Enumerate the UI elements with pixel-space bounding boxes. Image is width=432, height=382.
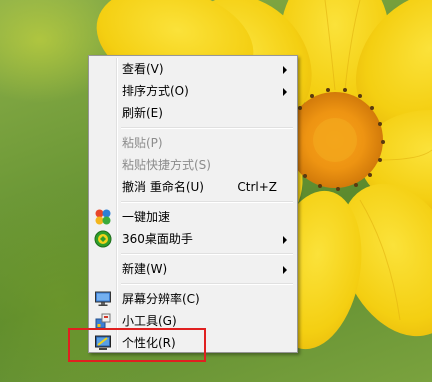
menu-item-label: 撤消 重命名(U)	[122, 180, 204, 194]
menu-item-shortcut: Ctrl+Z	[237, 180, 277, 194]
menu-item-screen-resolution[interactable]: 屏幕分辨率(C)	[91, 288, 295, 310]
menu-item-label: 排序方式(O)	[122, 84, 189, 98]
menu-item-label: 刷新(E)	[122, 106, 163, 120]
menu-item-refresh[interactable]: 刷新(E)	[91, 102, 295, 124]
submenu-arrow-icon	[283, 88, 287, 96]
menu-separator	[121, 283, 293, 285]
menu-item-view[interactable]: 查看(V)	[91, 58, 295, 80]
menu-item-paste-shortcut[interactable]: 粘贴快捷方式(S)	[91, 154, 295, 176]
menu-item-new[interactable]: 新建(W)	[91, 258, 295, 280]
menu-item-undo-rename[interactable]: 撤消 重命名(U) Ctrl+Z	[91, 176, 295, 198]
submenu-arrow-icon	[283, 236, 287, 244]
menu-item-label: 粘贴(P)	[122, 136, 163, 150]
menu-item-paste[interactable]: 粘贴(P)	[91, 132, 295, 154]
submenu-arrow-icon	[283, 66, 287, 74]
menu-separator	[121, 201, 293, 203]
menu-item-label: 一键加速	[122, 210, 171, 224]
desktop-context-menu: 查看(V) 排序方式(O) 刷新(E) 粘贴(P) 粘贴快捷方式(S) 撤消 重…	[88, 55, 298, 353]
submenu-arrow-icon	[283, 266, 287, 274]
accelerate-icon	[94, 208, 112, 226]
menu-item-label: 360桌面助手	[122, 232, 193, 246]
menu-item-label: 查看(V)	[122, 62, 164, 76]
menu-separator	[121, 253, 293, 255]
menu-item-one-click-accelerate[interactable]: 一键加速	[91, 206, 295, 228]
menu-item-sort-by[interactable]: 排序方式(O)	[91, 80, 295, 102]
monitor-icon	[94, 290, 112, 308]
desktop-assistant-icon	[94, 230, 112, 248]
highlight-box	[68, 328, 206, 362]
menu-item-label: 粘贴快捷方式(S)	[122, 158, 211, 172]
menu-separator	[121, 127, 293, 129]
menu-item-360-desktop-assistant[interactable]: 360桌面助手	[91, 228, 295, 250]
menu-item-label: 屏幕分辨率(C)	[122, 292, 200, 306]
menu-item-label: 新建(W)	[122, 262, 168, 276]
